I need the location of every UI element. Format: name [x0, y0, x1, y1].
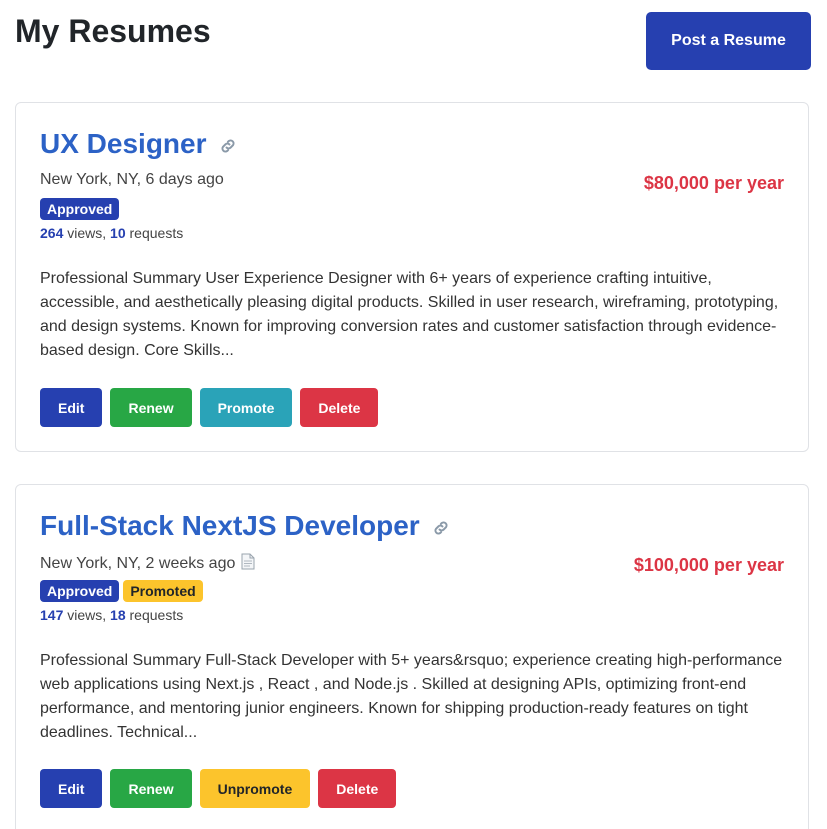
resume-summary: Professional Summary Full-Stack Develope… — [40, 652, 783, 741]
requests-label: requests — [125, 607, 184, 623]
resume-location-date: New York, NY, 2 weeks ago — [40, 555, 236, 572]
page: My Resumes Post a Resume UX Designer New… — [0, 0, 827, 829]
link-icon[interactable] — [219, 129, 237, 163]
resume-meta: New York, NY, 2 weeks ago — [40, 553, 255, 575]
resume-salary: $100,000 per year — [633, 555, 784, 575]
resume-card: UX Designer New York, NY, 6 days ago $80… — [15, 102, 809, 452]
link-icon[interactable] — [432, 511, 450, 545]
edit-button[interactable]: Edit — [40, 769, 103, 808]
badge-group: Approved Promoted — [40, 580, 203, 602]
requests-count: 10 — [110, 225, 126, 241]
resume-salary: $80,000 per year — [643, 173, 784, 193]
renew-button[interactable]: Renew — [110, 388, 192, 427]
document-icon[interactable] — [241, 553, 255, 575]
views-count: 264 — [40, 225, 64, 241]
requests-count: 18 — [110, 607, 126, 623]
resume-card: Full-Stack NextJS Developer New York, NY… — [15, 484, 809, 829]
status-badge-approved: Approved — [40, 198, 120, 220]
unpromote-button[interactable]: Unpromote — [199, 769, 311, 808]
post-resume-button[interactable]: Post a Resume — [646, 12, 811, 70]
resume-title-link[interactable]: Full-Stack NextJS Developer — [40, 509, 450, 545]
delete-button[interactable]: Delete — [318, 769, 397, 808]
views-label: views, — [63, 607, 111, 623]
resume-title-link[interactable]: UX Designer — [40, 127, 237, 163]
requests-label: requests — [125, 225, 184, 241]
resume-meta: New York, NY, 6 days ago — [40, 171, 224, 189]
resume-stats: 264 views, 10 requests — [40, 225, 183, 241]
views-label: views, — [63, 225, 111, 241]
resume-summary: Professional Summary User Experience Des… — [40, 270, 779, 359]
promote-button[interactable]: Promote — [199, 388, 293, 427]
delete-button[interactable]: Delete — [300, 388, 379, 427]
resume-stats: 147 views, 18 requests — [40, 607, 183, 623]
views-count: 147 — [40, 607, 64, 623]
renew-button[interactable]: Renew — [110, 769, 192, 808]
badge-group: Approved — [40, 198, 120, 220]
resume-title: Full-Stack NextJS Developer — [40, 510, 420, 541]
status-badge-approved: Approved — [40, 580, 120, 602]
resume-actions: Edit Renew Promote Delete — [40, 388, 379, 427]
resume-title: UX Designer — [40, 128, 207, 159]
edit-button[interactable]: Edit — [40, 388, 103, 427]
status-badge-promoted: Promoted — [123, 580, 203, 602]
resume-actions: Edit Renew Unpromote Delete — [40, 769, 397, 808]
page-title: My Resumes — [15, 13, 211, 49]
resume-location-date: New York, NY, 6 days ago — [40, 171, 224, 188]
